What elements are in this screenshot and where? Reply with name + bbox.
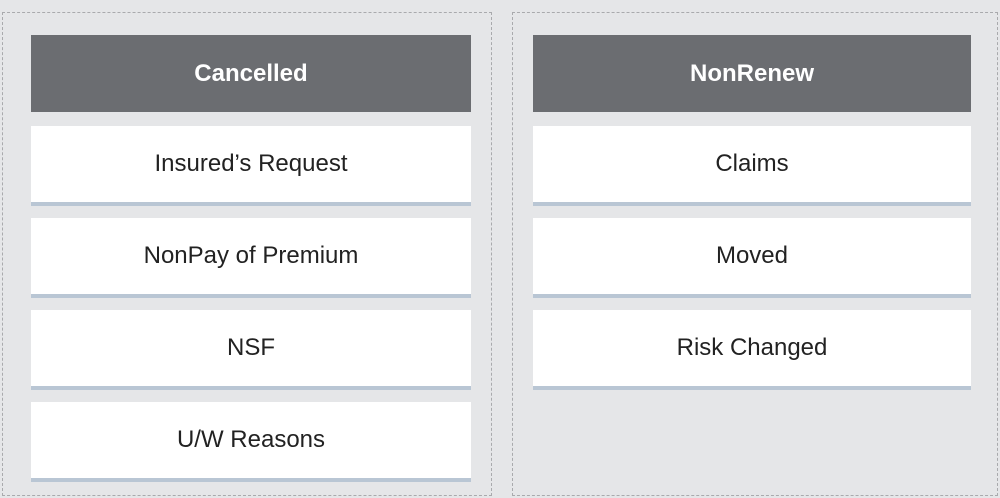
reason-card-nsf[interactable]: NSF [31,310,471,390]
reason-card-risk-changed[interactable]: Risk Changed [533,310,971,390]
reason-board: Cancelled Insured’s Request NonPay of Pr… [0,0,1000,498]
column-header-cancelled: Cancelled [31,35,471,112]
cancelled-column: Cancelled Insured’s Request NonPay of Pr… [2,12,492,496]
reason-card-moved[interactable]: Moved [533,218,971,298]
column-header-nonrenew: NonRenew [533,35,971,112]
reason-card-claims[interactable]: Claims [533,126,971,206]
reason-card-nonpay-of-premium[interactable]: NonPay of Premium [31,218,471,298]
nonrenew-column: NonRenew Claims Moved Risk Changed [512,12,998,496]
reason-card-insureds-request[interactable]: Insured’s Request [31,126,471,206]
reason-card-uw-reasons[interactable]: U/W Reasons [31,402,471,482]
